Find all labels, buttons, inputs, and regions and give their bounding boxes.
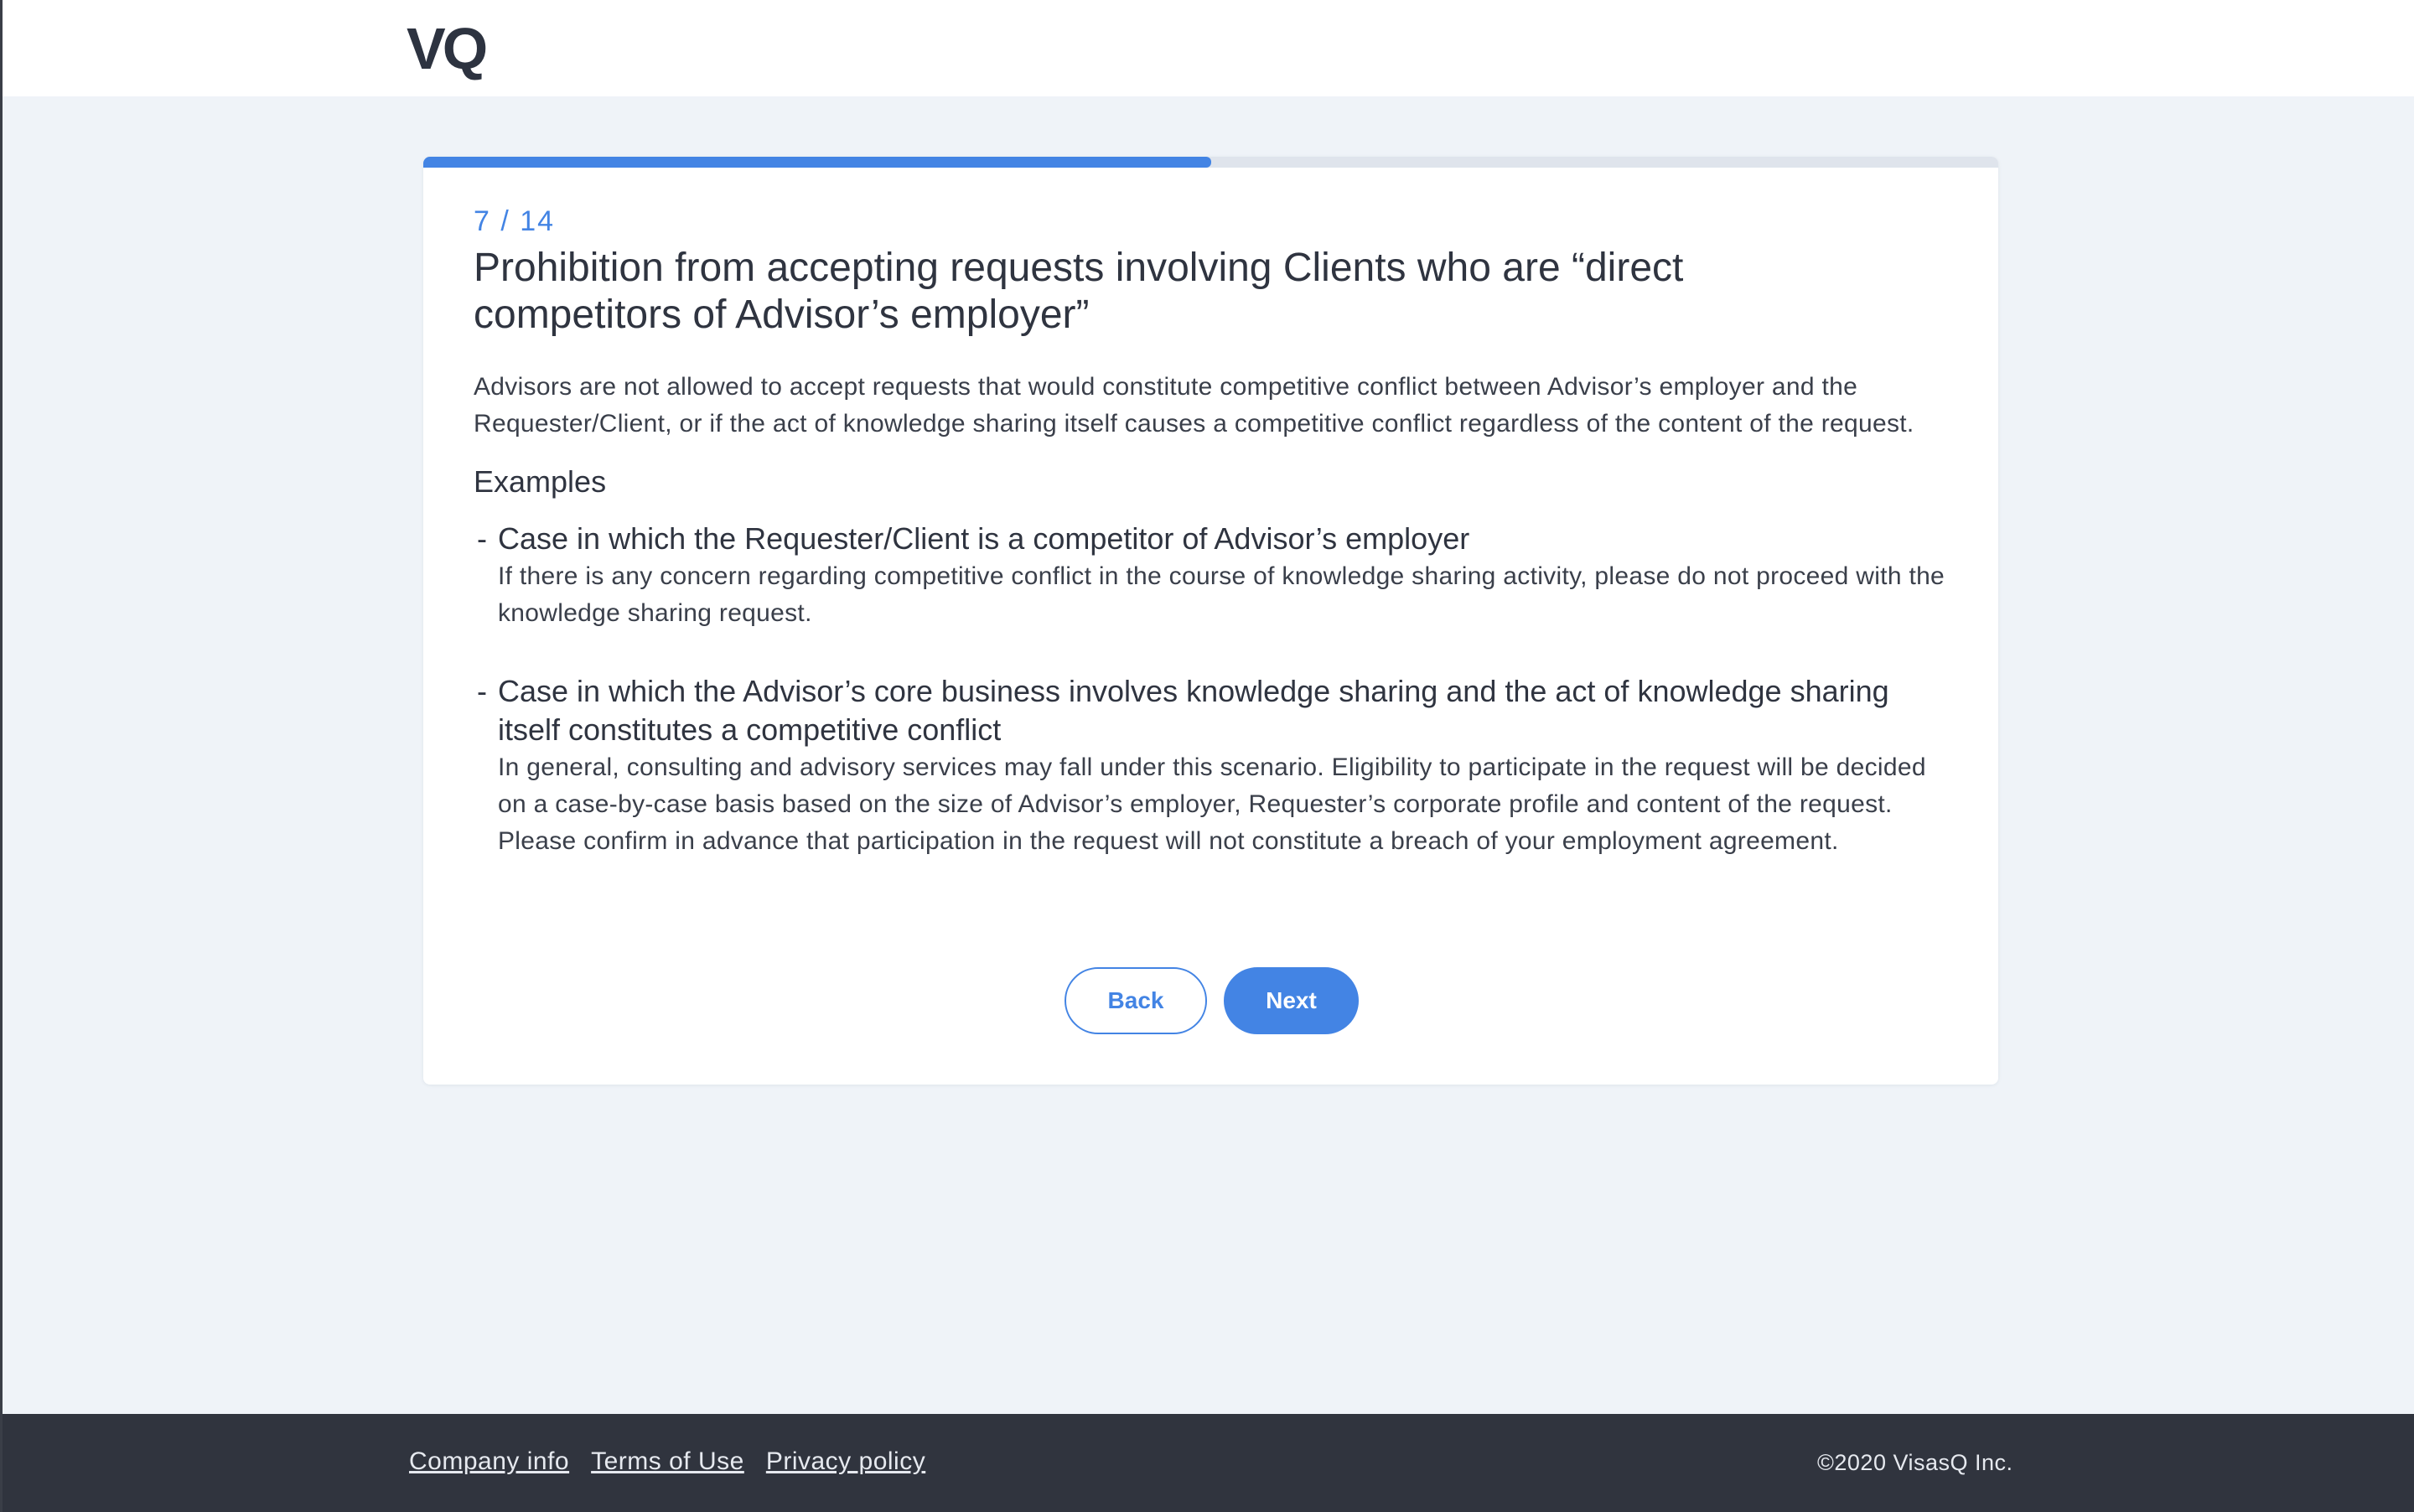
example-case: - Case in which the Requester/Client is … (474, 520, 1957, 632)
company-info-link[interactable]: Company info (409, 1447, 569, 1476)
list-dash: - (477, 521, 487, 556)
card-content: 7 / 14 Prohibition from accepting reques… (474, 203, 1957, 860)
copyright-text: ©2020 VisasQ Inc. (1817, 1450, 2013, 1475)
navigation-buttons: Back Next (423, 967, 1998, 1034)
privacy-policy-link[interactable]: Privacy policy (766, 1447, 925, 1476)
example-case: - Case in which the Advisor’s core busin… (474, 672, 1957, 860)
step-counter: 7 / 14 (474, 205, 556, 237)
examples-heading: Examples (474, 464, 607, 499)
page-title: Prohibition from accepting requests invo… (474, 246, 1684, 337)
back-button[interactable]: Back (1065, 967, 1207, 1034)
example-case-title-text: Case in which the Advisor’s core busines… (498, 674, 1889, 747)
footer-links: Company info Terms of Use Privacy policy (409, 1447, 925, 1476)
terms-of-use-link[interactable]: Terms of Use (591, 1447, 744, 1476)
progress-bar-fill (423, 157, 1211, 168)
example-case-title: - Case in which the Advisor’s core busin… (477, 672, 1957, 749)
vq-logo[interactable]: VQ (407, 15, 488, 82)
progress-bar (423, 157, 1998, 168)
example-case-body: In general, consulting and advisory serv… (498, 753, 1926, 855)
page-footer: Company info Terms of Use Privacy policy… (3, 1414, 2414, 1512)
top-header: VQ (3, 0, 2414, 96)
example-case-title-text: Case in which the Requester/Client is a … (498, 521, 1470, 556)
description-text: Advisors are not allowed to accept reque… (474, 373, 1914, 438)
question-card: 7 / 14 Prohibition from accepting reques… (423, 157, 1998, 1085)
example-case-title: - Case in which the Requester/Client is … (477, 520, 1957, 558)
next-button[interactable]: Next (1224, 967, 1359, 1034)
example-case-body: If there is any concern regarding compet… (498, 562, 1945, 627)
list-dash: - (477, 674, 487, 708)
